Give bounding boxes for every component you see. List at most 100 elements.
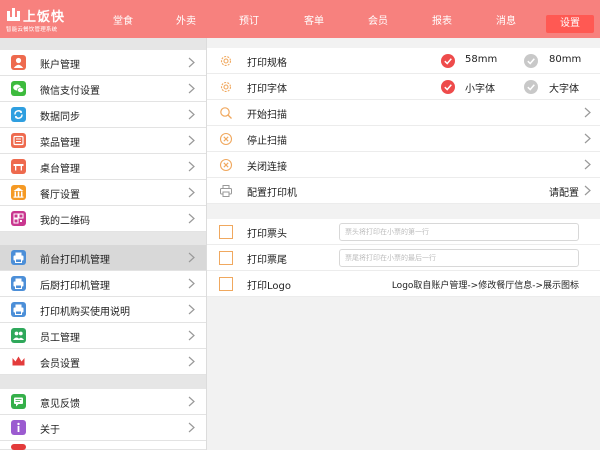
- print-spec-row: 打印规格 58mm 80mm: [207, 48, 600, 74]
- sidebar-item-qrcode[interactable]: 我的二维码: [0, 206, 206, 232]
- sidebar-item-account[interactable]: 账户管理: [0, 50, 206, 76]
- ticket-footer-checkbox[interactable]: [219, 251, 233, 265]
- nav-item-members[interactable]: 会员: [368, 12, 388, 27]
- sidebar-item-feedback[interactable]: 意见反馈: [0, 389, 206, 415]
- gear-icon: [219, 54, 233, 68]
- printer-icon: [11, 302, 26, 317]
- sidebar-item-label: 前台打印机管理: [40, 255, 110, 266]
- nav-item-dine-in[interactable]: 堂食: [113, 12, 133, 27]
- sidebar-item-label: 微信支付设置: [40, 86, 100, 97]
- printer-settings-panel: 打印规格 58mm 80mm 打印字体 小字体 大字体 开始扫描 停止扫描 关闭…: [206, 38, 600, 450]
- nav-item-settings[interactable]: 设置: [546, 15, 594, 33]
- ticket-header-input[interactable]: [339, 223, 579, 241]
- panel-group-divider: [207, 204, 600, 220]
- ticket-logo-row: 打印Logo Logo取自账户管理->修改餐厅信息->展示图标: [207, 271, 600, 297]
- sidebar-item-label: 我的二维码: [40, 216, 90, 227]
- sidebar-item-partial[interactable]: [0, 441, 206, 450]
- stop-scan-row[interactable]: 停止扫描: [207, 126, 600, 152]
- brand-tagline: 智能云餐饮管理系统: [6, 27, 58, 33]
- spec-58mm-radio-checked[interactable]: [441, 54, 455, 68]
- start-scan-label: 开始扫描: [247, 110, 287, 121]
- font-large-radio[interactable]: [524, 80, 538, 94]
- spec-80mm-radio[interactable]: [524, 54, 538, 68]
- sidebar-item-printer-guide[interactable]: 打印机购买使用说明: [0, 297, 206, 323]
- configure-printer-label: 配置打印机: [247, 188, 297, 199]
- sidebar-spacer: [0, 38, 206, 50]
- nav-item-messages[interactable]: 消息: [496, 12, 516, 27]
- panel-spacer: [207, 38, 600, 48]
- staff-icon: [11, 328, 26, 343]
- chevron-right-icon: [188, 356, 195, 367]
- font-small-radio-checked[interactable]: [441, 80, 455, 94]
- sidebar-item-dishes[interactable]: 菜品管理: [0, 128, 206, 154]
- sidebar-item-label: 菜品管理: [40, 138, 80, 149]
- font-large-label: 大字体: [549, 84, 579, 95]
- partial-icon: [11, 444, 26, 450]
- ticket-footer-input[interactable]: [339, 249, 579, 267]
- stop-scan-label: 停止扫描: [247, 136, 287, 147]
- close-connection-row[interactable]: 关闭连接: [207, 152, 600, 178]
- sidebar-item-label: 打印机购买使用说明: [40, 307, 130, 318]
- restaurant-icon: [11, 185, 26, 200]
- ticket-logo-info: Logo取自账户管理->修改餐厅信息->展示图标: [391, 281, 579, 291]
- sidebar-item-tables[interactable]: 桌台管理: [0, 154, 206, 180]
- ticket-footer-row: 打印票尾: [207, 245, 600, 271]
- sidebar-item-kitchen-printer[interactable]: 后厨打印机管理: [0, 271, 206, 297]
- ticket-footer-label: 打印票尾: [247, 255, 287, 266]
- nav-item-takeout[interactable]: 外卖: [176, 12, 196, 27]
- top-nav-bar: 上饭快 智能云餐饮管理系统 堂食 外卖 预订 客单 会员 报表 消息 设置: [0, 0, 600, 38]
- qrcode-icon: [11, 211, 26, 226]
- sidebar-item-data-sync[interactable]: 数据同步: [0, 102, 206, 128]
- sidebar-item-staff[interactable]: 员工管理: [0, 323, 206, 349]
- feedback-icon: [11, 394, 26, 409]
- sidebar-item-label: 桌台管理: [40, 164, 80, 175]
- brand-logo: 上饭快 智能云餐饮管理系统: [6, 6, 86, 34]
- wechat-icon: [11, 81, 26, 96]
- chevron-right-icon: [188, 83, 195, 94]
- sidebar-item-restaurant[interactable]: 餐厅设置: [0, 180, 206, 206]
- sidebar-item-wechat-pay[interactable]: 微信支付设置: [0, 76, 206, 102]
- chevron-right-icon: [584, 107, 591, 118]
- ticket-logo-label: 打印Logo: [247, 281, 291, 292]
- chevron-right-icon: [188, 57, 195, 68]
- sidebar-item-label: 后厨打印机管理: [40, 281, 110, 292]
- spec-58mm-label: 58mm: [465, 54, 498, 65]
- spec-80mm-label: 80mm: [549, 54, 582, 65]
- close-circle-icon: [219, 158, 233, 172]
- table-icon: [11, 159, 26, 174]
- sidebar-item-label: 餐厅设置: [40, 190, 80, 201]
- info-icon: [11, 420, 26, 435]
- crown-icon: [11, 354, 26, 369]
- chevron-right-icon: [584, 185, 591, 196]
- sidebar-item-label: 账户管理: [40, 60, 80, 71]
- sync-icon: [11, 107, 26, 122]
- search-icon: [219, 106, 233, 120]
- ticket-header-row: 打印票头: [207, 219, 600, 245]
- ticket-logo-checkbox[interactable]: [219, 277, 233, 291]
- print-font-label: 打印字体: [247, 84, 287, 95]
- nav-item-reservation[interactable]: 预订: [239, 12, 259, 27]
- printer-icon: [11, 276, 26, 291]
- dish-icon: [11, 133, 26, 148]
- font-small-label: 小字体: [465, 84, 495, 95]
- person-icon: [11, 55, 26, 70]
- sidebar-item-front-printer[interactable]: 前台打印机管理: [0, 245, 206, 271]
- printer-icon: [11, 250, 26, 265]
- sidebar-item-label: 关于: [40, 425, 60, 436]
- sidebar-group-divider: [0, 232, 206, 246]
- chevron-right-icon: [188, 187, 195, 198]
- chevron-right-icon: [188, 304, 195, 315]
- logo-mark-icon: [6, 7, 22, 23]
- nav-item-reports[interactable]: 报表: [432, 12, 452, 27]
- chevron-right-icon: [584, 159, 591, 170]
- start-scan-row[interactable]: 开始扫描: [207, 100, 600, 126]
- configure-printer-row[interactable]: 配置打印机 请配置: [207, 178, 600, 204]
- gear-icon: [219, 80, 233, 94]
- ticket-header-checkbox[interactable]: [219, 225, 233, 239]
- printer-icon: [219, 184, 233, 198]
- chevron-right-icon: [188, 135, 195, 146]
- sidebar-item-member-settings[interactable]: 会员设置: [0, 349, 206, 375]
- sidebar-item-about[interactable]: 关于: [0, 415, 206, 441]
- nav-item-orders[interactable]: 客单: [304, 12, 324, 27]
- brand-name: 上饭快: [23, 10, 66, 25]
